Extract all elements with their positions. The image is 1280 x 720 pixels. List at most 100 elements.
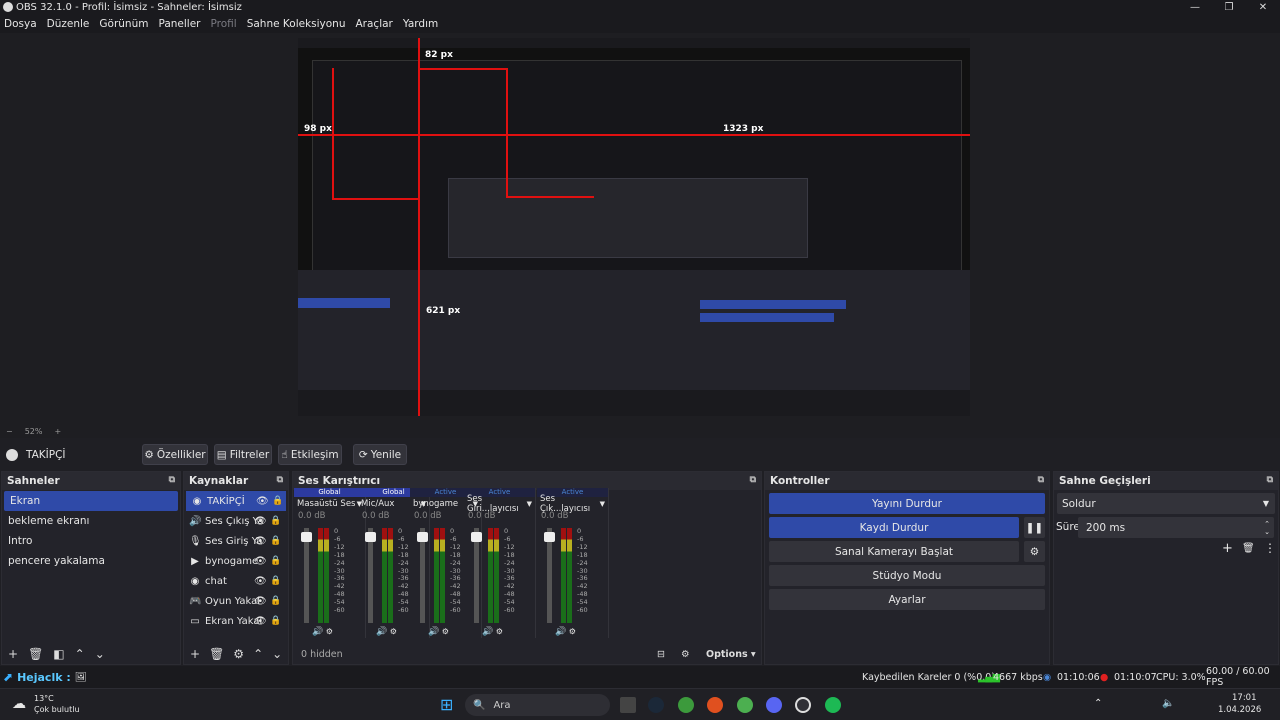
transition-select[interactable]: Soldur ▼ <box>1057 493 1275 514</box>
maximize-button[interactable]: ❐ <box>1212 0 1246 15</box>
float-dock-icon[interactable]: ⧉ <box>277 475 283 485</box>
menu-araclar[interactable]: Araçlar <box>356 18 393 30</box>
mute-icon[interactable]: 🔊 <box>312 627 323 637</box>
volume-slider[interactable] <box>368 528 373 623</box>
lock-icon[interactable]: 🔒 <box>270 596 281 606</box>
chrome-icon[interactable] <box>737 697 753 713</box>
visibility-icon[interactable]: 👁 <box>254 556 267 567</box>
scene-item[interactable]: Ekran <box>4 491 178 511</box>
source-item[interactable]: ▭ Ekran Yakal 👁 🔒 <box>184 611 288 631</box>
minimize-button[interactable]: — <box>1178 0 1212 15</box>
volume-slider[interactable] <box>474 528 479 623</box>
speaker-icon[interactable]: 🔈 <box>1162 698 1174 709</box>
volume-slider-handle[interactable] <box>417 532 428 542</box>
channel-name[interactable]: Ses Giri...layıcısı ▼ <box>464 494 535 514</box>
menu-profil[interactable]: Profil <box>211 18 237 30</box>
filters-button[interactable]: ▤ Filtreler <box>214 444 272 465</box>
chrome-icon[interactable] <box>678 697 694 713</box>
channel-settings-icon[interactable]: ⚙ <box>439 627 449 636</box>
scene-item[interactable]: pencere yakalama <box>2 551 180 571</box>
float-dock-icon[interactable]: ⧉ <box>750 475 756 485</box>
lock-icon[interactable]: 🔒 <box>270 576 281 586</box>
float-dock-icon[interactable]: ⧉ <box>1038 475 1044 485</box>
scene-item[interactable]: bekleme ekranı <box>2 511 180 531</box>
refresh-button[interactable]: ⟳ Yenile <box>353 444 407 465</box>
scene-item[interactable]: Intro <box>2 531 180 551</box>
source-item[interactable]: ▶ bynogame 👁 🔒 <box>184 551 288 571</box>
pause-record-icon[interactable]: ❚❚ <box>1024 517 1045 538</box>
lock-icon[interactable]: 🔒 <box>270 616 281 626</box>
mute-icon[interactable]: 🔊 <box>482 627 493 637</box>
volume-slider-handle[interactable] <box>301 532 312 542</box>
visibility-icon[interactable]: 👁 <box>254 536 267 547</box>
move-up-icon[interactable]: ⌃ <box>253 647 263 661</box>
visibility-icon[interactable]: 👁 <box>254 576 267 587</box>
channel-settings-icon[interactable]: ⚙ <box>387 627 397 636</box>
mute-icon[interactable]: 🔊 <box>376 627 387 637</box>
add-transition-icon[interactable]: + <box>1222 541 1233 556</box>
brave-icon[interactable] <box>707 697 723 713</box>
taskbar-search[interactable]: 🔍 Ara <box>465 694 610 716</box>
add-source-icon[interactable]: + <box>190 647 200 661</box>
scene-filter-icon[interactable]: ◧ <box>53 647 64 661</box>
float-dock-icon[interactable]: ⧉ <box>169 475 175 485</box>
stop-record-button[interactable]: Kaydı Durdur <box>769 517 1019 538</box>
zoom-in-button[interactable]: + <box>54 427 61 436</box>
menu-yardim[interactable]: Yardım <box>403 18 438 30</box>
menu-dosya[interactable]: Dosya <box>4 18 37 30</box>
remove-source-icon[interactable]: 🗑 <box>209 647 224 661</box>
remove-scene-icon[interactable]: 🗑 <box>28 647 43 661</box>
lock-icon[interactable]: 🔒 <box>270 516 281 526</box>
mute-icon[interactable]: 🔊 <box>555 627 566 637</box>
volume-slider-handle[interactable] <box>471 532 482 542</box>
channel-name[interactable]: Ses Çık...layıcısı ▼ <box>537 494 608 514</box>
mixer-layout-icon[interactable]: ⊟ <box>657 649 665 660</box>
channel-settings-icon[interactable]: ⚙ <box>323 627 333 636</box>
options-button[interactable]: Options ▾ <box>706 649 756 660</box>
lock-icon[interactable]: 🔒 <box>270 556 281 566</box>
lock-icon[interactable]: 🔒 <box>272 496 283 506</box>
mute-icon[interactable]: 🔊 <box>428 627 439 637</box>
volume-slider[interactable] <box>547 528 552 623</box>
float-dock-icon[interactable]: ⧉ <box>1267 475 1273 485</box>
start-virtual-cam-button[interactable]: Sanal Kamerayı Başlat <box>769 541 1019 562</box>
tray-chevron-icon[interactable]: ⌃ <box>1094 698 1102 709</box>
source-item[interactable]: ◉ TAKİPÇİ 👁 🔒 <box>186 491 286 511</box>
source-item[interactable]: 🔊 Ses Çıkış Ya 👁 🔒 <box>184 511 288 531</box>
mixer-settings-icon[interactable]: ⚙ <box>681 649 690 660</box>
stop-stream-button[interactable]: Yayını Durdur <box>769 493 1045 514</box>
properties-button[interactable]: ⚙ Özellikler <box>142 444 208 465</box>
move-down-icon[interactable]: ⌄ <box>95 647 105 661</box>
menu-gorunum[interactable]: Görünüm <box>99 18 148 30</box>
obs-icon[interactable] <box>795 697 811 713</box>
duration-input[interactable]: 200 ms ⌃ ⌄ <box>1078 517 1274 538</box>
source-settings-icon[interactable]: ⚙ <box>233 647 244 661</box>
lock-icon[interactable]: 🔒 <box>270 536 281 546</box>
task-view-icon[interactable] <box>620 697 636 713</box>
volume-slider-handle[interactable] <box>544 532 555 542</box>
spotify-icon[interactable] <box>825 697 841 713</box>
visibility-icon[interactable]: 👁 <box>254 516 267 527</box>
preview-canvas[interactable]: 82 px 98 px 1323 px 621 px <box>298 38 970 416</box>
more-options-icon[interactable]: ⋮ <box>1264 541 1276 555</box>
channel-settings-icon[interactable]: ⚙ <box>566 627 576 636</box>
move-down-icon[interactable]: ⌄ <box>272 647 282 661</box>
source-item[interactable]: 🎙 Ses Giriş Ya 👁 🔒 <box>184 531 288 551</box>
interact-button[interactable]: ☝ Etkileşim <box>278 444 342 465</box>
source-item[interactable]: ◉ chat 👁 🔒 <box>184 571 288 591</box>
menu-duzenle[interactable]: Düzenle <box>47 18 90 30</box>
settings-button[interactable]: Ayarlar <box>769 589 1045 610</box>
channel-name[interactable]: Masaüstü Ses ▼ <box>294 497 365 511</box>
studio-mode-button[interactable]: Stüdyo Modu <box>769 565 1045 586</box>
menu-sahne-koleksiyonu[interactable]: Sahne Koleksiyonu <box>247 18 346 30</box>
add-scene-icon[interactable]: + <box>8 647 18 661</box>
move-up-icon[interactable]: ⌃ <box>75 647 85 661</box>
vcam-settings-icon[interactable]: ⚙ <box>1024 541 1045 562</box>
remove-transition-icon[interactable]: 🗑 <box>1242 543 1255 554</box>
source-item[interactable]: 🎮 Oyun Yakal 👁 🔒 <box>184 591 288 611</box>
visibility-icon[interactable]: 👁 <box>254 596 267 607</box>
spin-arrows-icon[interactable]: ⌃ ⌄ <box>1264 520 1270 536</box>
visibility-icon[interactable]: 👁 <box>254 616 267 627</box>
zoom-out-button[interactable]: − <box>6 427 13 436</box>
windows-start-icon[interactable]: ⊞ <box>440 695 453 714</box>
